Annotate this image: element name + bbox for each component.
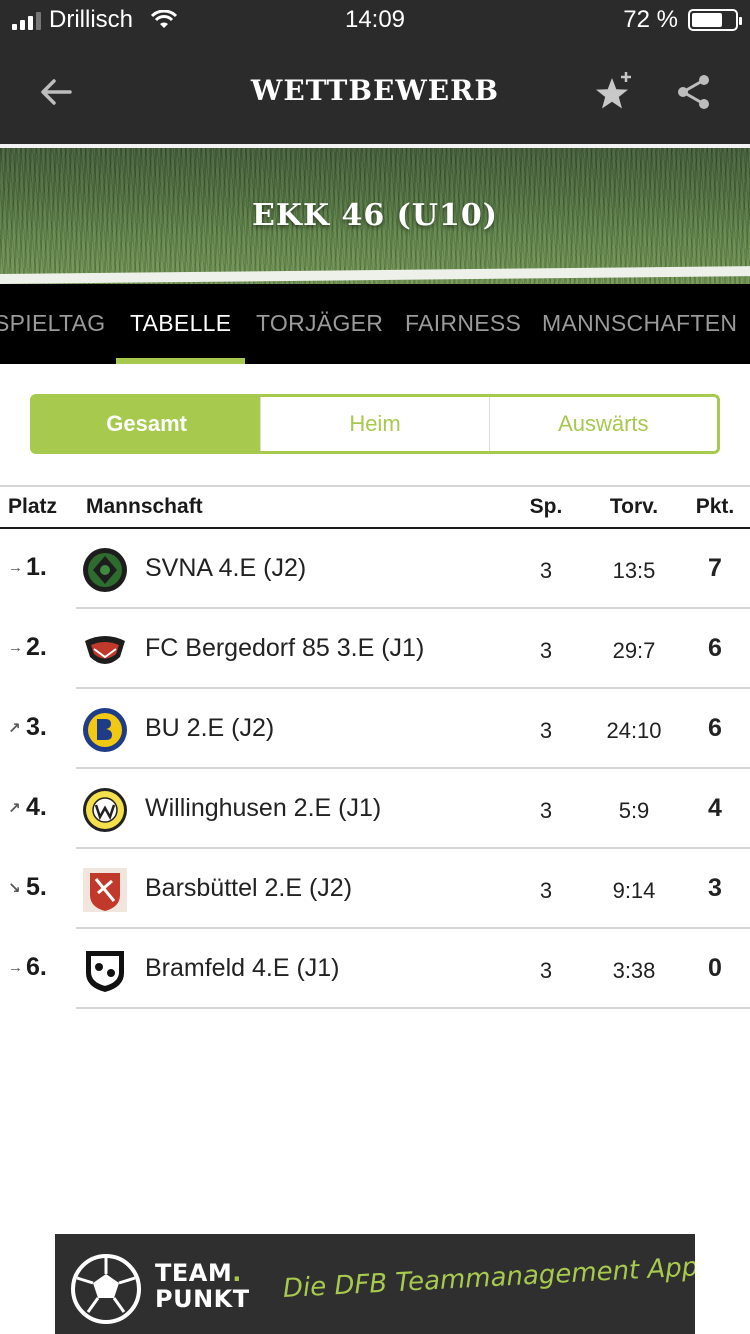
goal-ratio: 3:38 [612, 958, 656, 983]
competition-hero: EKK 46 (U10) [0, 144, 750, 284]
segment-auswaerts[interactable]: Auswärts [488, 397, 717, 451]
segment-heim[interactable]: Heim [260, 397, 488, 451]
table-row[interactable]: → 1. SVNA 4.E (J2) 3 13:5 7 [0, 529, 750, 609]
favorite-star-icon[interactable] [592, 70, 636, 114]
tab-bar: SPIELTAG TABELLE TORJÄGER FAIRNESS MANNS… [0, 284, 750, 364]
table-row[interactable]: ↘ 5. Barsbüttel 2.E (J2) 3 9:14 3 [0, 849, 750, 929]
team-name: SVNA 4.E (J2) [145, 554, 307, 582]
points: 7 [708, 554, 722, 582]
table-header: Platz Mannschaft Sp. Torv. Pkt. [0, 485, 750, 529]
bu-logo-icon [83, 708, 127, 752]
trend-icon: → [8, 959, 23, 976]
soccer-ball-icon [71, 1254, 141, 1324]
segment-gesamt[interactable]: Gesamt [33, 397, 261, 451]
bergedorf-logo-icon [85, 636, 125, 664]
status-right: 72 % [623, 6, 742, 34]
team-name: FC Bergedorf 85 3.E (J1) [145, 634, 425, 662]
rank-cell: ↘ 5. [8, 873, 47, 902]
header-platz: Platz [8, 495, 58, 518]
table-row[interactable]: ↗ 3. BU 2.E (J2) 3 24:10 6 [0, 689, 750, 769]
points: 4 [708, 794, 722, 822]
battery-icon [688, 9, 742, 31]
brand-line-2: PUNKT [155, 1285, 250, 1313]
rank-cell: → 1. [8, 553, 47, 582]
rank-value: 1. [26, 553, 47, 581]
brand-line-1: TEAM [155, 1259, 233, 1287]
header-pkt: Pkt. [695, 495, 735, 518]
team-name: BU 2.E (J2) [145, 714, 275, 742]
goal-ratio: 9:14 [612, 878, 656, 903]
svna-logo-icon [83, 548, 127, 592]
tab-tabelle[interactable]: TABELLE [115, 284, 246, 364]
nav-header: WETTBEWERB [0, 40, 750, 144]
header-mannschaft: Mannschaft [86, 495, 203, 518]
points: 0 [708, 954, 722, 982]
trend-icon: ↗ [8, 799, 21, 817]
points: 6 [708, 634, 722, 662]
share-icon[interactable] [674, 72, 714, 112]
teampunkt-ad-banner[interactable]: TEAM. PUNKT Die DFB Teammanagement App [55, 1234, 695, 1334]
header-sp: Sp. [529, 495, 563, 518]
team-name: Willinghusen 2.E (J1) [145, 794, 382, 822]
header-torv: Torv. [609, 495, 659, 518]
team-name: Barsbüttel 2.E (J2) [145, 874, 353, 902]
tab-spieltag[interactable]: SPIELTAG [0, 284, 105, 364]
trend-icon: → [8, 639, 23, 656]
trend-icon: → [8, 559, 23, 576]
table-row[interactable]: → 6. Bramfeld 4.E (J1) 3 3:38 0 [0, 929, 750, 1009]
trend-icon: ↘ [8, 879, 21, 897]
bramfeld-logo-icon [86, 951, 124, 992]
teampunkt-logo-text: TEAM. PUNKT [155, 1260, 250, 1312]
brand-dot: . [232, 1259, 242, 1287]
rank-cell: → 6. [8, 953, 47, 982]
games-played: 3 [539, 798, 553, 823]
tab-fairness[interactable]: FAIRNESS [405, 284, 521, 364]
pitch-line [0, 266, 750, 284]
team-name: Bramfeld 4.E (J1) [145, 954, 340, 982]
points: 3 [708, 874, 722, 902]
trend-icon: ↗ [8, 719, 21, 737]
games-played: 3 [539, 958, 553, 983]
battery-percent: 72 % [623, 6, 678, 33]
rank-cell: ↗ 4. [8, 793, 47, 822]
games-played: 3 [539, 558, 553, 583]
tab-mannschaften[interactable]: MANNSCHAFTEN [542, 284, 737, 364]
rank-cell: ↗ 3. [8, 713, 47, 742]
status-bar: Drillisch 14:09 72 % [0, 0, 750, 40]
table-filter-segment: Gesamt Heim Auswärts [30, 394, 720, 454]
banner-tagline: Die DFB Teammanagement App [282, 1252, 695, 1304]
games-played: 3 [539, 638, 553, 663]
willinghusen-logo-icon [83, 788, 127, 832]
rank-value: 4. [26, 793, 47, 821]
games-played: 3 [539, 718, 553, 743]
page-title: WETTBEWERB [250, 74, 500, 107]
competition-title: EKK 46 (U10) [252, 198, 498, 233]
rank-value: 2. [26, 633, 47, 661]
tab-torjaeger[interactable]: TORJÄGER [256, 284, 383, 364]
rank-cell: → 2. [8, 633, 47, 662]
goal-ratio: 24:10 [606, 718, 662, 743]
barsbuettel-logo-icon [83, 868, 127, 912]
points: 6 [708, 714, 722, 742]
goal-ratio: 13:5 [612, 558, 656, 583]
goal-ratio: 5:9 [618, 798, 650, 823]
table-row[interactable]: ↗ 4. Willinghusen 2.E (J1) 3 5:9 4 [0, 769, 750, 849]
goal-ratio: 29:7 [612, 638, 656, 663]
standings-table: → 1. SVNA 4.E (J2) 3 13:5 7 → 2. FC Berged… [0, 529, 750, 1009]
games-played: 3 [539, 878, 553, 903]
rank-value: 3. [26, 713, 47, 741]
rank-value: 6. [26, 953, 47, 981]
table-row[interactable]: → 2. FC Bergedorf 85 3.E (J1) 3 29:7 6 [0, 609, 750, 689]
rank-value: 5. [26, 873, 47, 901]
